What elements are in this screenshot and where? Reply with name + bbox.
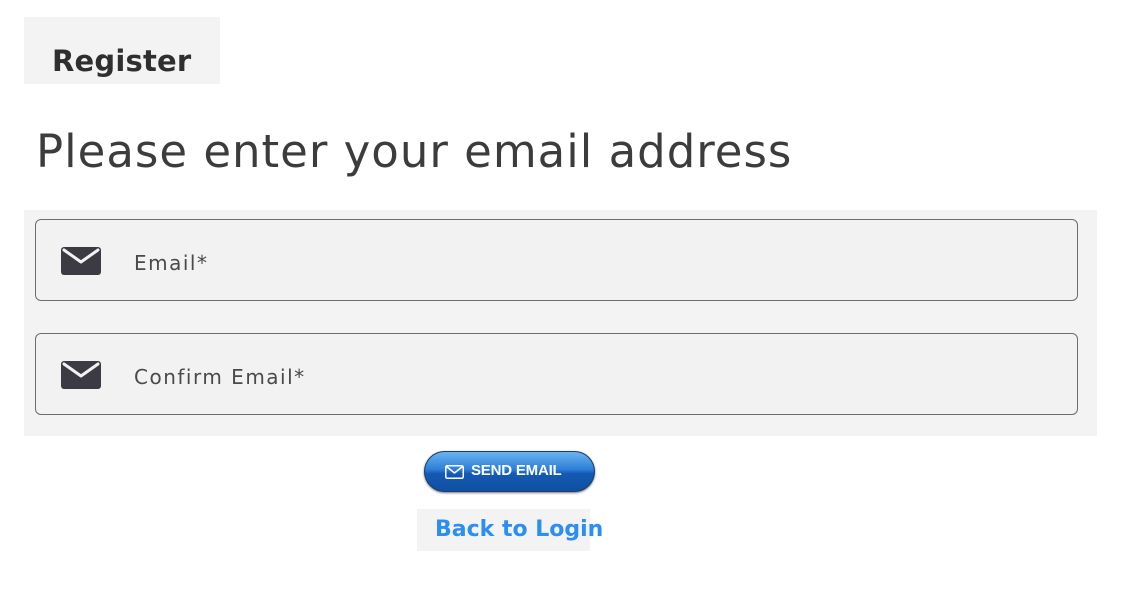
envelope-icon	[61, 361, 101, 389]
send-email-button[interactable]: SEND EMAIL	[424, 451, 595, 492]
email-field[interactable]: Email*	[35, 219, 1078, 301]
tab-register-label: Register	[52, 44, 192, 78]
confirm-email-field-label: Confirm Email*	[134, 365, 306, 389]
envelope-icon	[61, 247, 101, 275]
back-to-login-link[interactable]: Back to Login	[435, 517, 603, 542]
send-email-button-label: SEND EMAIL	[471, 462, 562, 479]
email-field-label: Email*	[134, 251, 209, 275]
confirm-email-field[interactable]: Confirm Email*	[35, 333, 1078, 415]
page-title: Please enter your email address	[36, 125, 793, 178]
tab-register[interactable]: Register	[24, 17, 220, 84]
envelope-icon	[445, 464, 464, 479]
back-to-login-container: Back to Login	[417, 509, 603, 551]
